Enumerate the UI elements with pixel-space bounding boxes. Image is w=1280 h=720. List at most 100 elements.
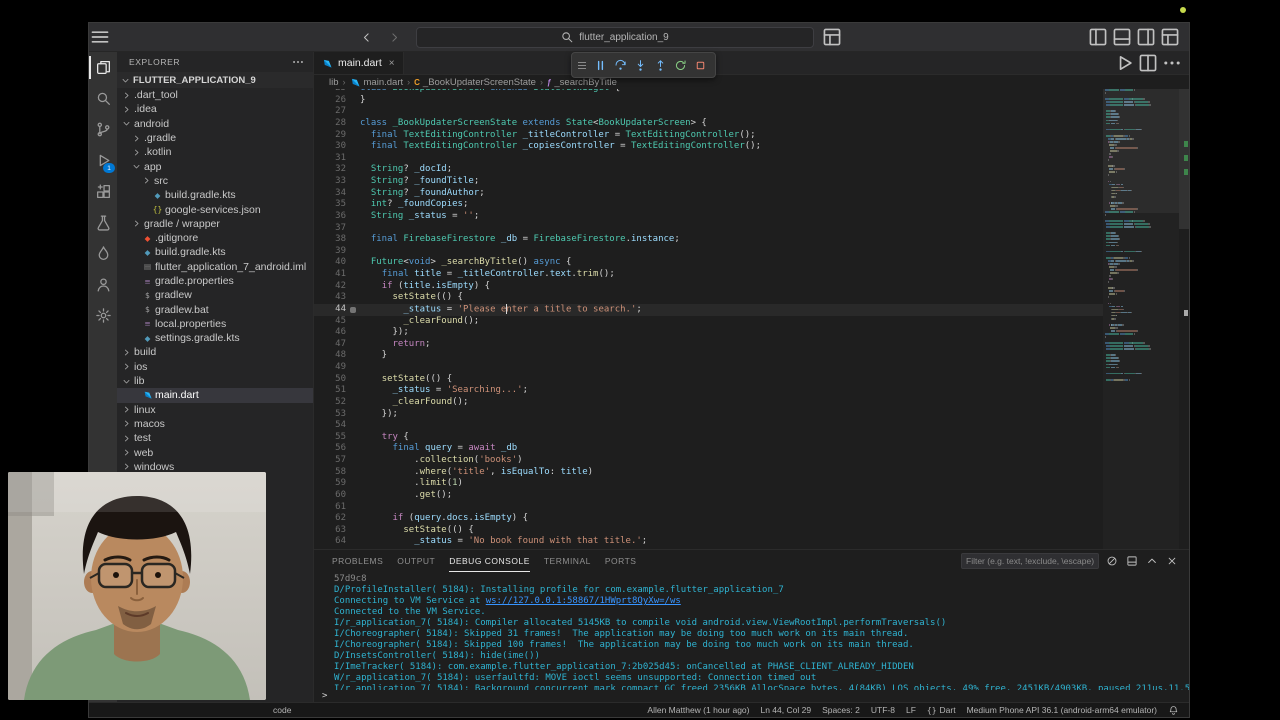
debug-console-output[interactable]: 57d9c8 D/ProfileInstaller( 5184): Install… [314, 571, 1189, 690]
clear-console-button[interactable] [1103, 552, 1121, 570]
split-editor-button[interactable] [1137, 52, 1159, 74]
activity-extensions[interactable] [89, 176, 117, 207]
activity-explorer[interactable] [89, 52, 117, 83]
tree-item[interactable]: {} google-services.json [117, 202, 313, 216]
step-out-button[interactable] [651, 56, 670, 75]
command-center-search[interactable]: flutter_application_9 [415, 26, 814, 48]
status-item[interactable]: UTF-8 [871, 705, 895, 715]
activity-settings[interactable] [89, 300, 117, 331]
tree-item[interactable]: ◆ build.gradle.kts [117, 245, 313, 259]
extensions-icon [95, 183, 112, 200]
lightbulb-icon[interactable] [350, 306, 356, 313]
tree-item[interactable]: web [117, 445, 313, 459]
activity-search[interactable] [89, 83, 117, 114]
panel-tab[interactable]: DEBUG CONSOLE [449, 550, 530, 572]
tree-item[interactable]: ▤ flutter_application_7_android.iml [117, 260, 313, 274]
breadcrumb-item[interactable]: lib [329, 77, 339, 88]
activity-source-control[interactable] [89, 114, 117, 145]
tree-item[interactable]: macos [117, 417, 313, 431]
maximize-panel-button[interactable] [1143, 552, 1161, 570]
tree-item[interactable]: gradle / wrapper [117, 217, 313, 231]
tree-item[interactable]: main.dart [117, 388, 313, 403]
status-item[interactable]: Spaces: 2 [822, 705, 860, 715]
tree-item[interactable]: lib [117, 374, 313, 388]
run-button[interactable] [1113, 52, 1135, 74]
activity-firebase[interactable] [89, 238, 117, 269]
toggle-panel-button[interactable] [1111, 26, 1133, 48]
breadcrumb-item[interactable]: main.dart [350, 77, 403, 88]
tree-item[interactable]: android [117, 117, 313, 131]
tree-item[interactable]: .kotlin [117, 145, 313, 159]
code-line: 51 _status = 'Searching...'; [335, 385, 528, 396]
debug-console-prompt[interactable]: > [314, 690, 1189, 702]
editor-tab[interactable]: main.dart × [314, 52, 404, 74]
tree-item[interactable]: .idea [117, 102, 313, 116]
status-item[interactable]: Medium Phone API 36.1 (android-arm64 emu… [967, 705, 1157, 715]
activity-accounts[interactable] [89, 269, 117, 300]
tree-item[interactable]: $ gradlew [117, 288, 313, 302]
toggle-primary-sidebar-button[interactable] [1087, 26, 1109, 48]
tree-item[interactable]: build [117, 345, 313, 359]
tree-item[interactable]: ◆ .gitignore [117, 231, 313, 245]
tree-item[interactable]: ≡ gradle.properties [117, 274, 313, 288]
chevron-right-icon [131, 219, 142, 228]
status-bar: code Allen Matthew (1 hour ago) Ln 44, Co… [89, 702, 1189, 717]
tree-item[interactable]: ◆ settings.gradle.kts [117, 331, 313, 345]
webcam-overlay [8, 472, 266, 700]
panel-views-button[interactable] [1123, 552, 1141, 570]
status-item[interactable]: {} Dart [927, 705, 956, 715]
code-line: 31 [335, 152, 346, 163]
menu-icon[interactable] [89, 26, 111, 48]
more-actions-button[interactable] [1161, 52, 1183, 74]
tree-item[interactable]: ios [117, 360, 313, 374]
tree-item[interactable]: src [117, 174, 313, 188]
tree-item[interactable]: ≡ local.properties [117, 317, 313, 331]
tree-item[interactable]: app [117, 159, 313, 173]
back-arrow-icon[interactable] [356, 26, 378, 48]
vm-service-link[interactable]: ws://127.0.0.1:58867/1HWprt8QyXw=/ws [486, 596, 681, 606]
tree-item[interactable]: test [117, 431, 313, 445]
close-panel-button[interactable] [1163, 552, 1181, 570]
project-section-header[interactable]: FLUTTER_APPLICATION_9 [117, 72, 313, 88]
status-item[interactable]: Ln 44, Col 29 [760, 705, 811, 715]
code-line: 54 [335, 420, 346, 431]
bell-icon [1168, 705, 1179, 716]
more-actions-icon[interactable] [291, 55, 305, 69]
status-item[interactable]: code [273, 705, 291, 715]
close-icon[interactable]: × [389, 58, 395, 69]
pause-button[interactable] [591, 56, 610, 75]
code-line: 50 setState(() { [335, 373, 453, 384]
tree-item[interactable]: $ gradlew.bat [117, 302, 313, 316]
customize-layout-button[interactable] [1159, 26, 1181, 48]
console-line: D/ProfileInstaller( 5184): Installing pr… [334, 585, 784, 596]
breadcrumb-item[interactable]: ƒ _searchByTitle [547, 77, 617, 88]
console-filter-input[interactable] [961, 552, 1099, 569]
panel-tab[interactable]: PORTS [605, 550, 637, 572]
breadcrumb-item[interactable]: C _BookUpdaterScreenState [414, 77, 536, 88]
editor-scrollbar[interactable] [1179, 89, 1189, 229]
forward-arrow-icon[interactable] [384, 26, 406, 48]
status-item[interactable] [1168, 705, 1179, 716]
activity-testing[interactable] [89, 207, 117, 238]
toggle-secondary-sidebar-button[interactable] [1135, 26, 1157, 48]
minimap[interactable] [1103, 89, 1179, 549]
step-into-button[interactable] [631, 56, 650, 75]
status-item[interactable]: LF [906, 705, 916, 715]
panel-tab[interactable]: TERMINAL [544, 550, 591, 572]
tree-item[interactable]: linux [117, 403, 313, 417]
code-editor[interactable]: 25class BookUpdaterScreen extends Statef… [314, 89, 1189, 549]
tree-item[interactable]: ◆ build.gradle.kts [117, 188, 313, 202]
step-over-button[interactable] [611, 56, 630, 75]
activity-run-and-debug[interactable]: 1 [89, 145, 117, 176]
panel-tab[interactable]: PROBLEMS [332, 550, 383, 572]
titlebar-extra-icon[interactable] [821, 26, 843, 48]
panel-tab[interactable]: OUTPUT [397, 550, 435, 572]
code-line: 42 if (title.isEmpty) { [335, 280, 491, 291]
drag-handle[interactable] [578, 61, 586, 69]
status-item[interactable]: Allen Matthew (1 hour ago) [647, 705, 749, 715]
stop-button[interactable] [691, 56, 710, 75]
tree-item[interactable]: .dart_tool [117, 88, 313, 102]
tree-item[interactable]: .gradle [117, 131, 313, 145]
properties-file-icon: ≡ [144, 276, 151, 286]
restart-button[interactable] [671, 56, 690, 75]
